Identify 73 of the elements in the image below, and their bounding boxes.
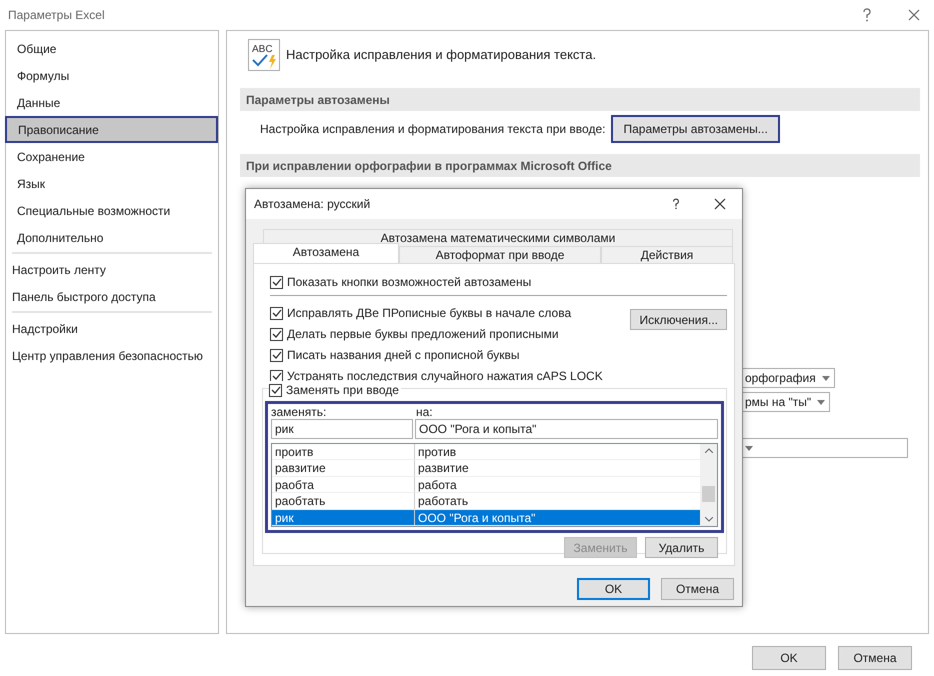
sidebar-item[interactable]: Правописание: [5, 116, 218, 143]
intro-text: Настройка исправления и форматирования текста.: [286, 46, 596, 64]
tab[interactable]: Автоформат при вводе: [399, 246, 601, 263]
list-cell[interactable]: ООО "Рога и копыта": [415, 510, 700, 525]
checkbox[interactable]: [270, 348, 283, 362]
replace-label: заменять:: [271, 404, 328, 420]
sidebar-item[interactable]: Панель быстрого доступа: [6, 283, 218, 310]
list-cell[interactable]: равзитие: [272, 460, 415, 476]
check-icon: [272, 277, 282, 287]
ok-button[interactable]: OK: [752, 646, 826, 670]
check-icon: [272, 329, 282, 339]
option-label: Делать первые буквы предложений прописными: [287, 326, 559, 343]
dropdown-arrow-icon: [745, 446, 753, 450]
checkbox[interactable]: [270, 276, 283, 288]
scrollbar[interactable]: [700, 444, 717, 526]
scroll-down-icon[interactable]: [704, 517, 712, 522]
list-cell[interactable]: работа: [415, 476, 700, 492]
option-label: Настройка исправления и форматирования текста при вводе:: [260, 121, 606, 138]
dropdown-value: орфография: [745, 370, 816, 387]
check-icon: [272, 350, 282, 360]
checkbox[interactable]: [270, 370, 283, 382]
sidebar-item[interactable]: Специальные возможности: [6, 197, 218, 224]
list-cell[interactable]: проитв: [272, 444, 415, 460]
list-cell[interactable]: рик: [272, 510, 415, 525]
help-icon[interactable]: [862, 8, 872, 22]
list-cell[interactable]: раобта: [272, 476, 415, 492]
section-header: Параметры автозамены: [240, 88, 920, 111]
sidebar-item[interactable]: Данные: [6, 89, 218, 116]
list-cell[interactable]: развитие: [415, 460, 700, 476]
exceptions-button[interactable]: Исключения...: [630, 309, 727, 330]
sidebar-item[interactable]: Дополнительно: [6, 224, 218, 251]
option-label: Исправлять ДВе ПРописные буквы в начале слова: [287, 305, 572, 322]
list-cell[interactable]: работать: [415, 493, 700, 509]
help-icon[interactable]: [672, 198, 680, 210]
scroll-thumb[interactable]: [702, 486, 715, 502]
sidebar-item[interactable]: Язык: [6, 170, 218, 197]
close-icon[interactable]: [714, 198, 726, 210]
dropdown-arrow-icon: [817, 400, 826, 404]
option-label: Писать названия дней с прописной буквы: [287, 347, 520, 364]
list-cell[interactable]: против: [415, 444, 700, 460]
sidebar-item[interactable]: Сохранение: [6, 143, 218, 170]
sidebar-item[interactable]: Надстройки: [6, 315, 218, 342]
tab[interactable]: Автозамена математическими символами: [263, 229, 733, 246]
tab[interactable]: Действия: [601, 246, 733, 263]
checkbox[interactable]: [269, 384, 282, 396]
cancel-button[interactable]: Отмена: [838, 646, 912, 670]
delete-button[interactable]: Удалить: [645, 537, 718, 558]
option-label: Показать кнопки возможностей автозамены: [287, 274, 532, 291]
option-label: Устранять последствия случайного нажатия cAPS LOCK: [287, 368, 603, 385]
checkbox[interactable]: [270, 328, 283, 340]
window-title: Параметры Excel: [8, 7, 106, 24]
sidebar-item[interactable]: Настроить ленту: [6, 256, 218, 283]
dropdown-arrow-icon: [822, 376, 830, 380]
check-icon: [272, 308, 282, 318]
dialog-title: Автозамена: русский: [254, 196, 372, 213]
spelling-check-icon: ABC: [248, 39, 280, 71]
close-icon[interactable]: [908, 9, 920, 21]
sidebar-item[interactable]: Формулы: [6, 62, 218, 89]
sidebar-item[interactable]: Центр управления безопасностью: [6, 342, 218, 369]
checkbox[interactable]: [270, 306, 283, 320]
ok-button[interactable]: OK: [577, 578, 650, 600]
tab[interactable]: Автозамена: [253, 243, 399, 263]
with-label: на:: [416, 404, 433, 420]
scroll-up-icon[interactable]: [704, 448, 712, 453]
replace-input[interactable]: рик: [271, 419, 413, 439]
section-header: При исправлении орфографии в программах Microsoft Office: [240, 154, 920, 177]
dropdown-value: рмы на "ты": [745, 394, 812, 411]
group-label: Заменять при вводе: [286, 382, 399, 399]
with-input[interactable]: ООО "Рога и копыта": [415, 419, 718, 439]
cancel-button[interactable]: Отмена: [661, 578, 734, 600]
autocorrect-options-button[interactable]: Параметры автозамены...: [611, 115, 780, 143]
sidebar-item[interactable]: Общие: [6, 35, 218, 62]
list-cell[interactable]: раобтать: [272, 493, 415, 509]
